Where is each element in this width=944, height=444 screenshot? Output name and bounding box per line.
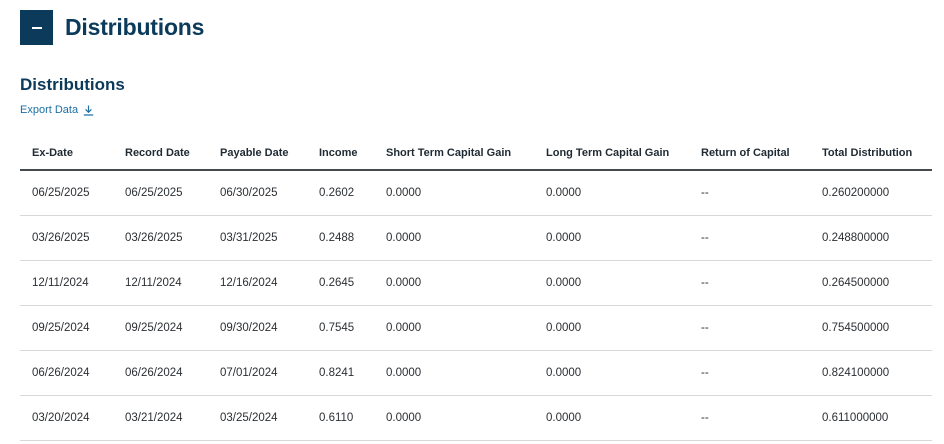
column-header-record-date[interactable]: Record Date — [113, 137, 208, 171]
cell-total-distribution: 0.754500000 — [810, 305, 932, 351]
column-header-long-term-capital-gain[interactable]: Long Term Capital Gain — [534, 137, 689, 171]
cell-ex-date: 03/26/2025 — [20, 215, 113, 261]
cell-short-term-capital-gain: 0.0000 — [374, 395, 534, 441]
table-row: 03/26/2025 03/26/2025 03/31/2025 0.2488 … — [20, 215, 932, 261]
cell-record-date: 12/11/2024 — [113, 260, 208, 306]
export-data-label: Export Data — [20, 104, 79, 116]
cell-payable-date: 03/25/2024 — [208, 395, 307, 441]
cell-ex-date: 06/26/2024 — [20, 350, 113, 396]
cell-total-distribution: 0.264500000 — [810, 260, 932, 306]
section-title: Distributions — [65, 14, 205, 40]
cell-short-term-capital-gain: 0.0000 — [374, 170, 534, 216]
download-icon — [83, 105, 94, 116]
cell-income: 0.2488 — [307, 215, 374, 261]
cell-payable-date: 06/30/2025 — [208, 170, 307, 216]
cell-long-term-capital-gain: 0.0000 — [534, 395, 689, 441]
cell-long-term-capital-gain: 0.0000 — [534, 350, 689, 396]
cell-total-distribution: 0.611000000 — [810, 395, 932, 441]
cell-record-date: 06/25/2025 — [113, 170, 208, 216]
table-row: 12/11/2024 12/11/2024 12/16/2024 0.2645 … — [20, 260, 932, 306]
column-header-return-of-capital[interactable]: Return of Capital — [689, 137, 810, 171]
cell-return-of-capital: -- — [689, 305, 810, 351]
cell-short-term-capital-gain: 0.0000 — [374, 350, 534, 396]
cell-total-distribution: 0.248800000 — [810, 215, 932, 261]
distributions-subtitle: Distributions — [20, 75, 125, 94]
cell-short-term-capital-gain: 0.0000 — [374, 260, 534, 306]
cell-ex-date: 06/25/2025 — [20, 170, 113, 216]
distributions-table: Ex-Date Record Date Payable Date Income … — [20, 137, 932, 441]
table-header-row: Ex-Date Record Date Payable Date Income … — [20, 137, 932, 171]
cell-income: 0.6110 — [307, 395, 374, 441]
column-header-income[interactable]: Income — [307, 137, 374, 171]
cell-short-term-capital-gain: 0.0000 — [374, 305, 534, 351]
cell-payable-date: 12/16/2024 — [208, 260, 307, 306]
cell-return-of-capital: -- — [689, 215, 810, 261]
cell-return-of-capital: -- — [689, 395, 810, 441]
cell-return-of-capital: -- — [689, 260, 810, 306]
minus-icon — [31, 26, 42, 29]
cell-payable-date: 07/01/2024 — [208, 350, 307, 396]
column-header-ex-date[interactable]: Ex-Date — [20, 137, 113, 171]
cell-payable-date: 03/31/2025 — [208, 215, 307, 261]
cell-income: 0.7545 — [307, 305, 374, 351]
cell-income: 0.2645 — [307, 260, 374, 306]
cell-income: 0.2602 — [307, 170, 374, 216]
section-header: Distributions — [20, 10, 204, 45]
cell-ex-date: 12/11/2024 — [20, 260, 113, 306]
cell-payable-date: 09/30/2024 — [208, 305, 307, 351]
column-header-total-distribution[interactable]: Total Distribution — [810, 137, 932, 171]
cell-return-of-capital: -- — [689, 350, 810, 396]
cell-return-of-capital: -- — [689, 170, 810, 216]
table-row: 06/26/2024 06/26/2024 07/01/2024 0.8241 … — [20, 350, 932, 396]
cell-short-term-capital-gain: 0.0000 — [374, 215, 534, 261]
column-header-payable-date[interactable]: Payable Date — [208, 137, 307, 171]
export-data-link[interactable]: Export Data — [20, 104, 94, 116]
cell-total-distribution: 0.260200000 — [810, 170, 932, 216]
cell-record-date: 09/25/2024 — [113, 305, 208, 351]
cell-long-term-capital-gain: 0.0000 — [534, 170, 689, 216]
cell-long-term-capital-gain: 0.0000 — [534, 260, 689, 306]
cell-record-date: 03/26/2025 — [113, 215, 208, 261]
cell-long-term-capital-gain: 0.0000 — [534, 305, 689, 351]
collapse-toggle-button[interactable] — [20, 10, 53, 45]
cell-ex-date: 09/25/2024 — [20, 305, 113, 351]
table-row: 03/20/2024 03/21/2024 03/25/2024 0.6110 … — [20, 395, 932, 441]
column-header-short-term-capital-gain[interactable]: Short Term Capital Gain — [374, 137, 534, 171]
cell-income: 0.8241 — [307, 350, 374, 396]
cell-long-term-capital-gain: 0.0000 — [534, 215, 689, 261]
cell-record-date: 03/21/2024 — [113, 395, 208, 441]
cell-total-distribution: 0.824100000 — [810, 350, 932, 396]
table-row: 09/25/2024 09/25/2024 09/30/2024 0.7545 … — [20, 305, 932, 351]
table-row: 06/25/2025 06/25/2025 06/30/2025 0.2602 … — [20, 170, 932, 216]
cell-record-date: 06/26/2024 — [113, 350, 208, 396]
cell-ex-date: 03/20/2024 — [20, 395, 113, 441]
